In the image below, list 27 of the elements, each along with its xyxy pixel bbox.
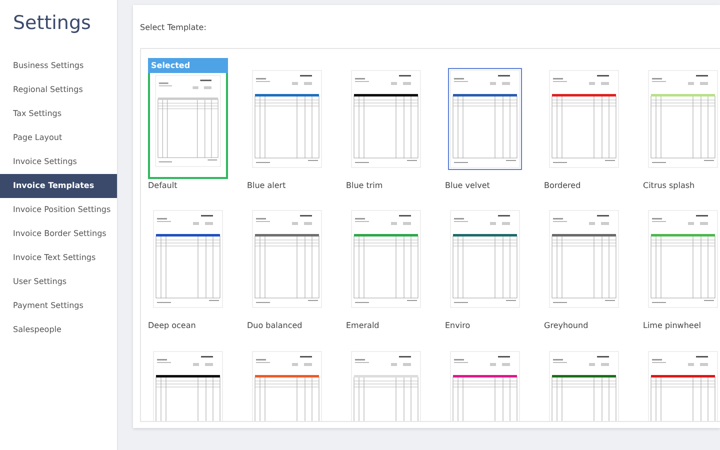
- sidebar-item[interactable]: Invoice Position Settings: [0, 198, 117, 222]
- sidebar-item[interactable]: Regional Settings: [0, 78, 117, 102]
- sidebar-item[interactable]: Salespeople: [0, 318, 117, 342]
- sidebar-item[interactable]: Page Layout: [0, 126, 117, 150]
- template-name[interactable]: Blue alert: [247, 181, 327, 190]
- sidebar-item[interactable]: Invoice Border Settings: [0, 222, 117, 246]
- sidebar-item[interactable]: Invoice Settings: [0, 150, 117, 174]
- section-heading: Select Template:: [140, 23, 208, 32]
- sidebar-item[interactable]: Invoice Templates: [0, 174, 117, 198]
- sidebar-item[interactable]: Business Settings: [0, 54, 117, 78]
- selected-badge: Selected: [148, 58, 228, 73]
- template-name[interactable]: Bordered: [544, 181, 624, 190]
- template-name[interactable]: Greyhound: [544, 321, 624, 330]
- template-name[interactable]: Emerald: [346, 321, 426, 330]
- sidebar-title: Settings: [13, 12, 92, 34]
- template-name[interactable]: Duo balanced: [247, 321, 327, 330]
- template-name[interactable]: Deep ocean: [148, 321, 228, 330]
- template-name[interactable]: Citrus splash: [643, 181, 720, 190]
- template-name[interactable]: Enviro: [445, 321, 525, 330]
- template-name[interactable]: Lime pinwheel: [643, 321, 720, 330]
- sidebar-item[interactable]: Invoice Text Settings: [0, 246, 117, 270]
- sidebar-item[interactable]: Tax Settings: [0, 102, 117, 126]
- template-name[interactable]: Blue velvet: [445, 181, 525, 190]
- template-name[interactable]: Default: [148, 181, 228, 190]
- sidebar-item[interactable]: Payment Settings: [0, 294, 117, 318]
- template-name[interactable]: Blue trim: [346, 181, 426, 190]
- sidebar-item[interactable]: User Settings: [0, 270, 117, 294]
